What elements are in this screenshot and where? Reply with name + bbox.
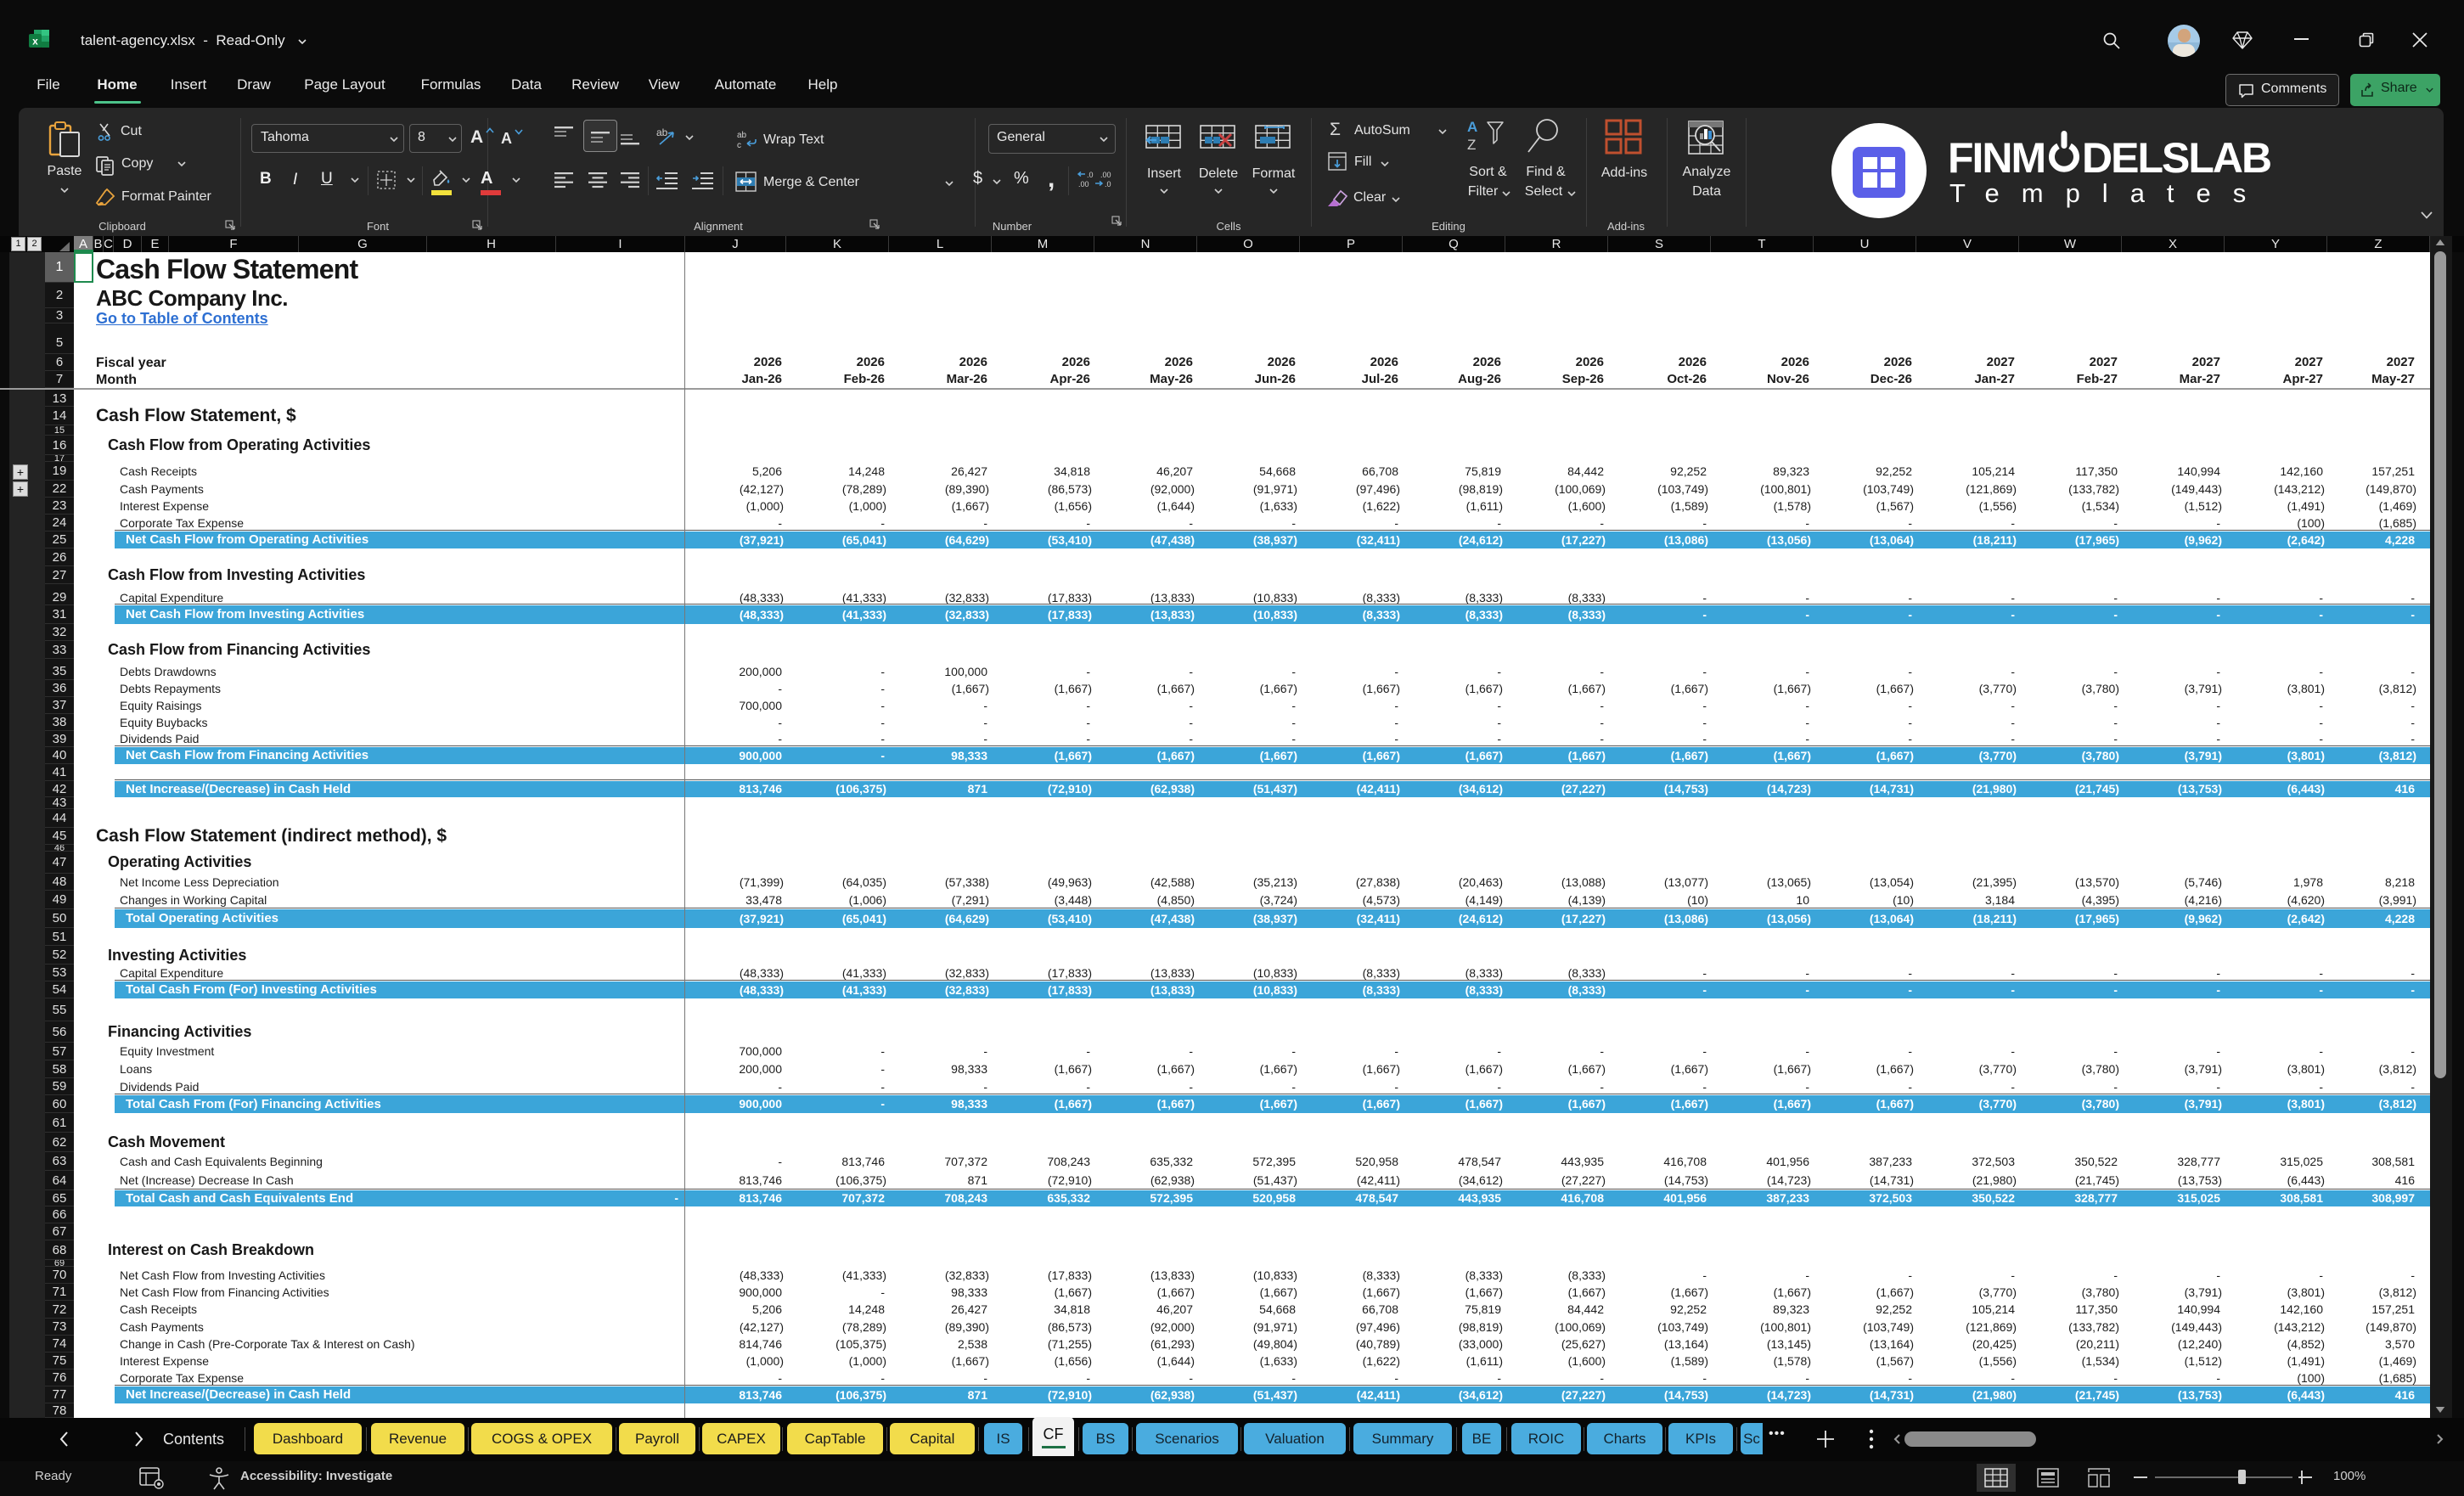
svg-text:ab: ab <box>656 127 668 138</box>
svg-text:.00: .00 <box>1100 171 1111 179</box>
svg-text:A: A <box>1467 119 1477 135</box>
svg-text:c: c <box>737 141 741 150</box>
svg-text:.00: .00 <box>1078 180 1089 188</box>
svg-text:x: x <box>32 36 38 48</box>
svg-text:.0: .0 <box>1105 180 1111 188</box>
svg-text:.0: .0 <box>1087 171 1094 179</box>
svg-text:ab: ab <box>737 131 747 140</box>
svg-text:Z: Z <box>1467 137 1476 153</box>
